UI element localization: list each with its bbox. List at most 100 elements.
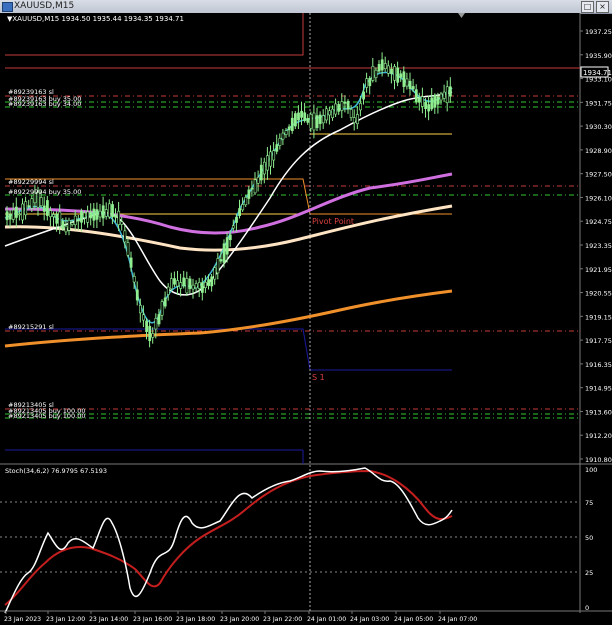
stoch-axis-label: 50 [585, 534, 593, 542]
candle-bull [306, 117, 310, 123]
price-chart[interactable]: 1937.251935.901933.101931.751930.301928.… [0, 13, 612, 625]
candle-bear [104, 209, 108, 217]
order-1-tp-label: #89239163 buy 34.00 [8, 100, 81, 108]
candle-bear [194, 283, 198, 289]
candle-bear [253, 179, 257, 194]
candle-bear [272, 150, 276, 161]
order-4-buy2-label: #89213405 buy 100.00 [8, 412, 86, 420]
stoch-axis-label: 25 [585, 569, 593, 577]
candle-bull [8, 213, 12, 220]
candle-bull [346, 101, 350, 110]
candle-bull [135, 289, 139, 301]
candle-bear [442, 91, 446, 99]
candle-bull [222, 243, 226, 263]
candle-bear [359, 103, 362, 111]
candle-bull [77, 219, 80, 222]
candle-bull [417, 97, 421, 103]
candle-bull [399, 73, 403, 78]
candle-bull [27, 205, 31, 207]
candle-bear [142, 314, 145, 321]
candle-bear [439, 93, 443, 101]
candle-bear [64, 225, 68, 233]
candle-bear [166, 286, 170, 295]
candle-bear [355, 114, 359, 125]
candle-bear [262, 161, 266, 175]
candle-bear [132, 276, 136, 283]
current-price-text: 1934.71 [583, 69, 612, 77]
close-button[interactable]: × [596, 1, 609, 13]
price-axis-label: 1937.25 [585, 28, 612, 36]
candle-bear [108, 203, 111, 218]
price-axis-label: 1926.10 [585, 194, 612, 202]
price-axis-label: 1924.75 [585, 218, 612, 226]
candle-bull [259, 164, 263, 181]
candle-bull [250, 187, 254, 190]
candle-bear [386, 65, 390, 74]
candle-bull [114, 214, 118, 218]
candle-bear [30, 198, 34, 209]
order-3-sl-label: #89215291 sl [8, 323, 54, 331]
pivot-point-label: Pivot Point [312, 217, 354, 226]
candle-bull [303, 112, 307, 121]
order-2-sl-label: #89229994 sl [8, 178, 54, 186]
candle-bear [191, 284, 195, 290]
candle-bear [340, 101, 344, 111]
candle-bull [377, 64, 381, 72]
candle-bull [433, 95, 437, 108]
candle-bull [80, 210, 83, 223]
candle-bear [73, 215, 77, 226]
candle-bull [111, 204, 114, 218]
candle-bear [117, 210, 121, 225]
window-title: XAUUSD,M15 [14, 1, 75, 11]
candle-bull [287, 126, 291, 131]
stoch-levels [0, 501, 580, 573]
candle-bear [39, 197, 43, 207]
candle-bear [197, 282, 201, 289]
candle-bear [21, 203, 25, 221]
candle-bear [123, 230, 127, 243]
candle-bear [126, 242, 130, 256]
s1-label: S 1 [312, 373, 325, 382]
candle-bear [405, 78, 409, 87]
order-2-buy-label: #89229994 buy 35.00 [8, 188, 81, 196]
price-axis-label: 1919.15 [585, 313, 612, 321]
time-axis: 23 Jan 2023 23 Jan 12:00 23 Jan 14:00 23 Ja… [4, 611, 477, 623]
candle-bull [163, 297, 167, 307]
candle-bear [232, 225, 235, 229]
candle-bull [430, 97, 434, 110]
candle-bear [58, 211, 62, 227]
candle-bear [18, 213, 21, 216]
candle-bear [352, 117, 356, 123]
candle-bull [207, 279, 211, 287]
price-axis: 1937.251935.901933.101931.751930.301928.… [580, 28, 612, 464]
candle-bull [148, 325, 152, 342]
maximize-button[interactable]: □ [581, 1, 594, 13]
price-axis-label: 1927.50 [585, 171, 612, 179]
candle-bull [219, 259, 223, 262]
candle-bull [15, 206, 18, 218]
candle-bull [129, 257, 133, 268]
time-axis-label: 23 Jan 14:00 [89, 616, 128, 623]
candle-bull [290, 117, 294, 131]
price-axis-label: 1920.55 [585, 290, 612, 298]
candle-bull [228, 234, 232, 241]
price-axis-label: 1914.95 [585, 385, 612, 393]
candle-bear [49, 210, 52, 217]
candle-bull [61, 221, 65, 229]
candle-bear [331, 108, 335, 118]
price-axis-label: 1910.80 [585, 456, 612, 464]
candle-bull [448, 86, 452, 97]
time-axis-label: 23 Jan 16:00 [133, 616, 172, 623]
candle-bull [293, 113, 297, 127]
time-axis-label: 24 Jan 01:00 [307, 616, 346, 623]
candle-bull [89, 212, 93, 219]
candle-bear [421, 96, 424, 107]
candle-bear [269, 151, 273, 167]
time-axis-label: 23 Jan 20:00 [220, 616, 259, 623]
candle-bull [238, 208, 242, 217]
candle-bull [235, 216, 238, 223]
candle-bull [45, 200, 49, 216]
candle-bear [98, 210, 102, 218]
price-axis-label: 1921.95 [585, 266, 612, 274]
candle-bull [145, 320, 149, 332]
